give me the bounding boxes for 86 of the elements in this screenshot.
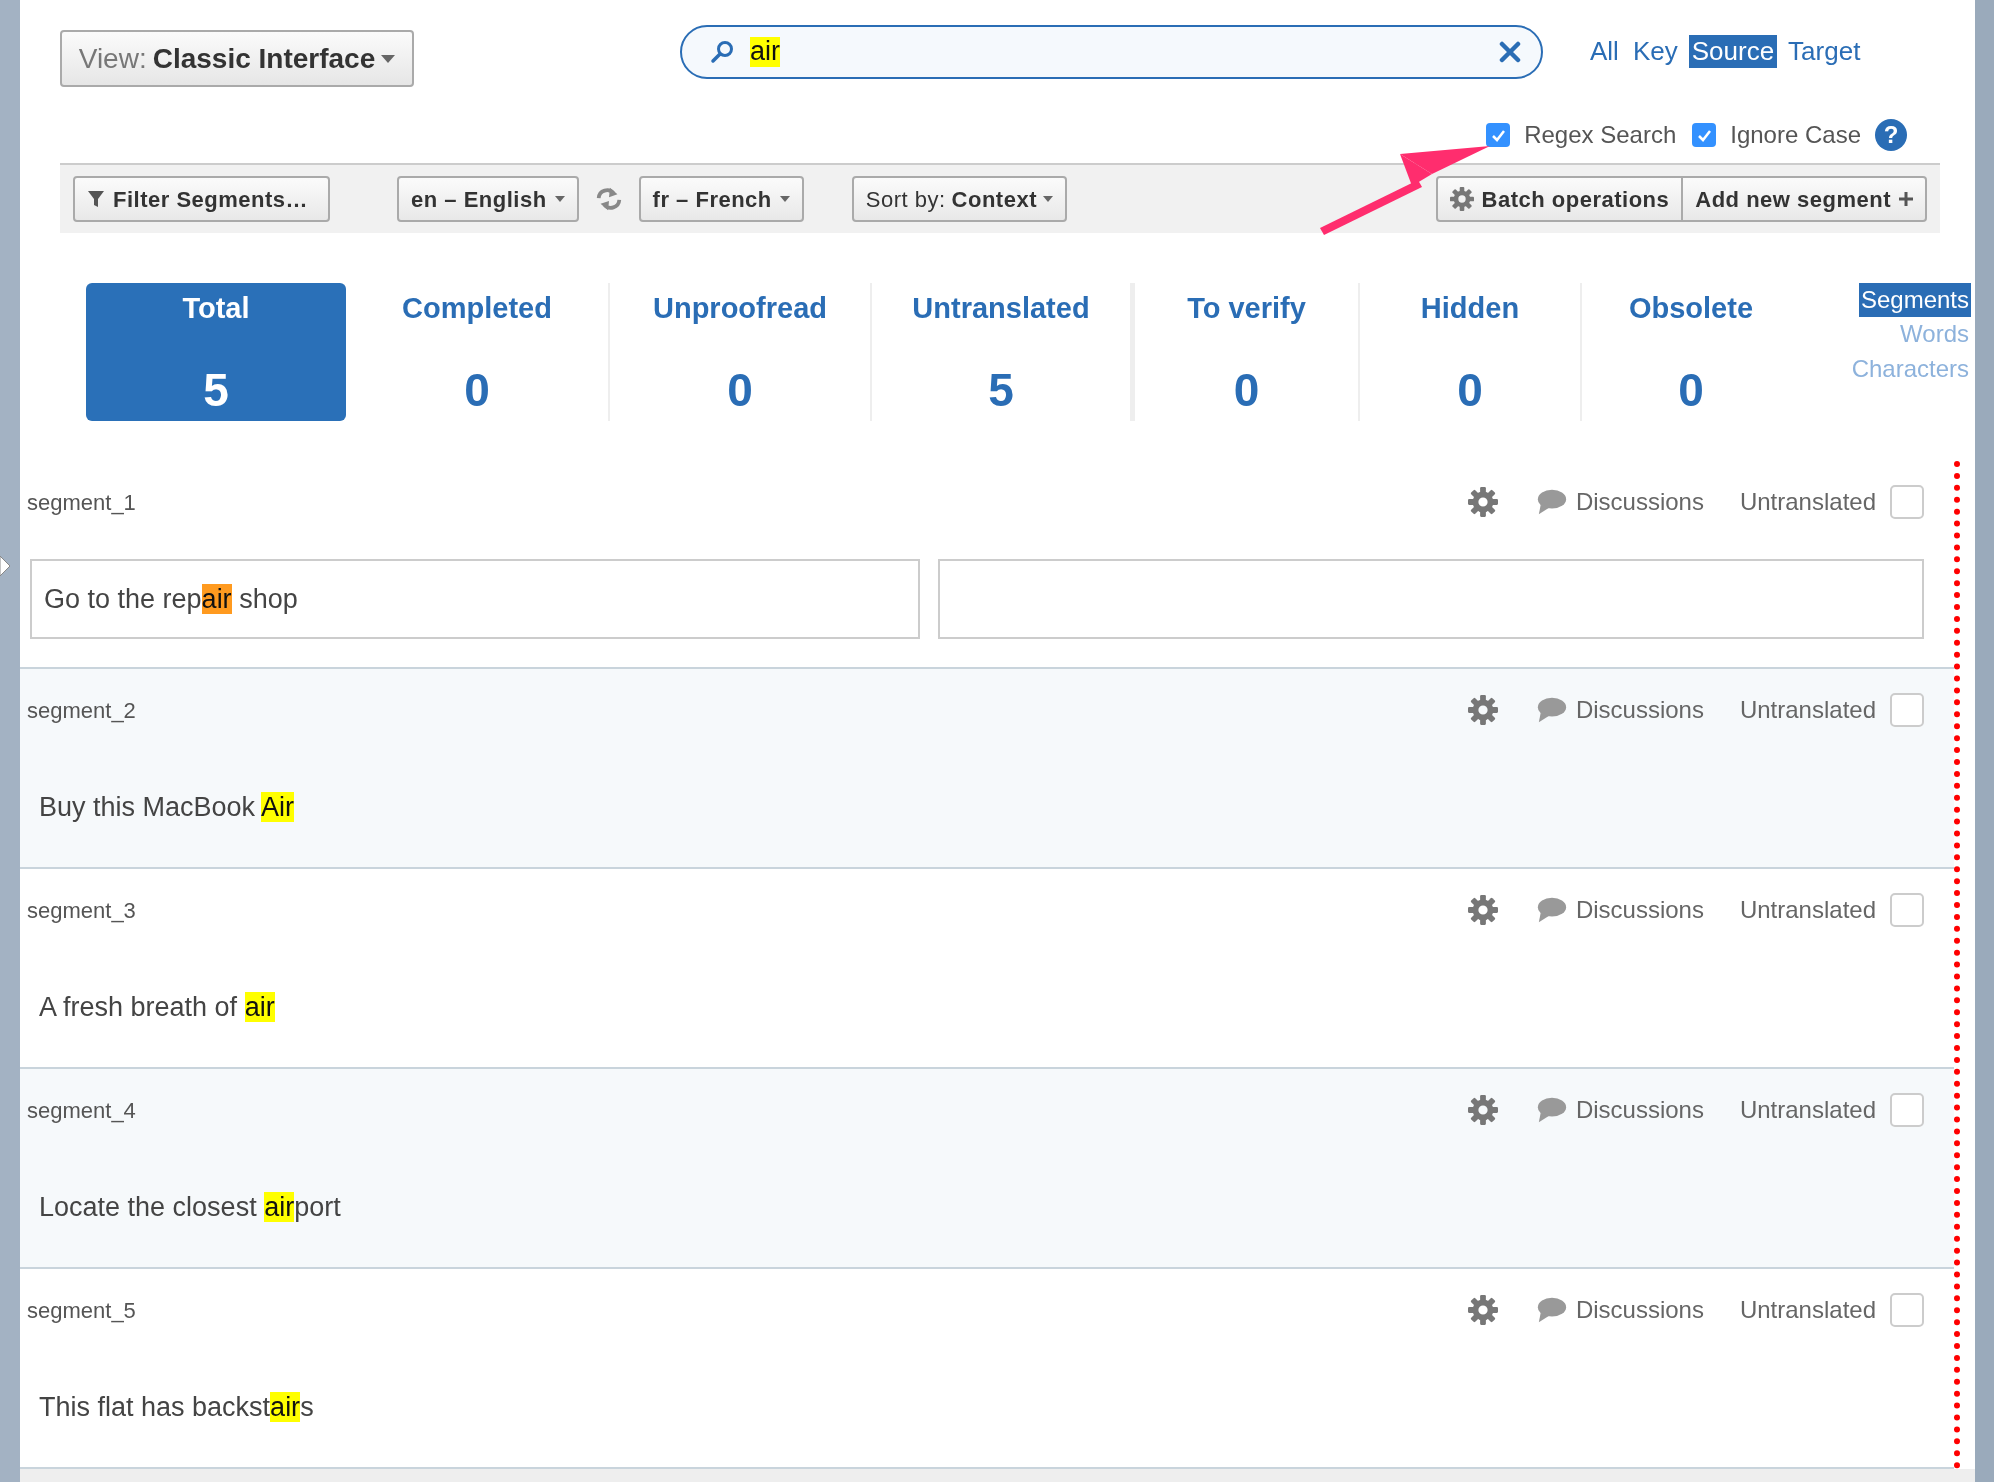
- segment-key: segment_4: [27, 1093, 136, 1127]
- status-label: Untranslated: [1739, 895, 1876, 925]
- unit-toggle[interactable]: Segments: [1858, 283, 1971, 318]
- stat-tile[interactable]: Hidden 0: [1360, 283, 1582, 421]
- caret-icon: [1043, 196, 1053, 202]
- checkbox-label: Regex Search: [1524, 120, 1677, 150]
- add-segment-button[interactable]: Add new segment: [1683, 176, 1927, 222]
- stat-label: Completed: [402, 291, 552, 326]
- panel-handle-icon[interactable]: [0, 556, 10, 576]
- stat-count: 0: [1678, 367, 1704, 413]
- search-query: air: [750, 37, 780, 67]
- gear-icon: [1449, 187, 1474, 211]
- discussions-link[interactable]: Discussions: [1535, 1092, 1704, 1128]
- clear-search-icon[interactable]: [1499, 41, 1521, 63]
- checkbox[interactable]: [1890, 1093, 1924, 1127]
- search-field[interactable]: air: [680, 25, 1543, 79]
- speech-bubble-icon: [1535, 1096, 1568, 1124]
- status-label: Untranslated: [1739, 1095, 1876, 1125]
- stat-count: 0: [1233, 367, 1260, 413]
- speech-bubble-icon: [1535, 1296, 1568, 1324]
- sort-dropdown[interactable]: Sort by: Context: [851, 176, 1067, 222]
- status-label: Untranslated: [1739, 1295, 1876, 1325]
- checkbox-label: Ignore Case: [1730, 120, 1861, 150]
- speech-bubble-icon: [1535, 488, 1568, 516]
- source-text: Locate the closest airport: [38, 1191, 342, 1224]
- source-language-dropdown[interactable]: en – English: [397, 176, 579, 222]
- target-text-field[interactable]: [938, 559, 1924, 639]
- target-language-dropdown[interactable]: fr – French: [638, 176, 804, 222]
- view-dropdown[interactable]: View: Classic Interface: [60, 30, 414, 87]
- stat-label: Obsolete: [1628, 291, 1754, 326]
- plus-icon: [1899, 192, 1913, 206]
- search-icon: [710, 40, 734, 64]
- checkbox[interactable]: [1692, 123, 1717, 147]
- caret-icon: [779, 196, 790, 202]
- stat-tile[interactable]: Obsolete 0: [1582, 283, 1800, 421]
- discussions-link[interactable]: Discussions: [1535, 1292, 1704, 1328]
- gear-icon[interactable]: [1467, 695, 1498, 725]
- status-label: Untranslated: [1739, 695, 1876, 725]
- stat-count: 0: [464, 367, 490, 413]
- status-label: Untranslated: [1739, 487, 1876, 517]
- stat-label: To verify: [1187, 291, 1306, 326]
- stat-count: 0: [727, 367, 753, 413]
- checkbox[interactable]: [1890, 1293, 1924, 1327]
- stat-label: Untranslated: [912, 291, 1090, 326]
- gear-icon[interactable]: [1467, 1095, 1498, 1125]
- stat-label: Hidden: [1420, 291, 1520, 326]
- stat-tile[interactable]: Unproofread 0: [610, 283, 872, 421]
- source-text: This flat has backstairs: [38, 1391, 315, 1424]
- checkbox[interactable]: [1890, 893, 1924, 927]
- source-text: Buy this MacBook Air: [38, 791, 296, 824]
- help-button[interactable]: ?: [1875, 119, 1907, 151]
- checkbox[interactable]: [1890, 693, 1924, 727]
- segment-key: segment_1: [27, 485, 136, 519]
- caret-icon: [381, 54, 396, 63]
- stat-label: Unproofread: [653, 291, 827, 326]
- filter-icon: [87, 189, 105, 209]
- speech-bubble-icon: [1535, 896, 1568, 924]
- checkbox[interactable]: [1486, 123, 1511, 147]
- stat-count: 0: [1457, 367, 1483, 413]
- segment-key: segment_3: [27, 893, 136, 927]
- gear-icon[interactable]: [1467, 895, 1498, 925]
- search-scope-tab[interactable]: All: [1587, 35, 1622, 69]
- search-scope-tab[interactable]: Target: [1785, 35, 1864, 69]
- discussions-link[interactable]: Discussions: [1535, 692, 1704, 728]
- speech-bubble-icon: [1535, 696, 1568, 724]
- stat-tile[interactable]: Total 5: [86, 283, 346, 421]
- search-scope-tab[interactable]: Key: [1629, 35, 1681, 69]
- source-text: A fresh breath of air: [38, 991, 276, 1024]
- discussions-link[interactable]: Discussions: [1535, 892, 1704, 928]
- stat-label: Total: [182, 291, 250, 326]
- stat-tile[interactable]: Untranslated 5: [872, 283, 1135, 421]
- segment-key: segment_2: [27, 693, 136, 727]
- segment-key: segment_5: [27, 1293, 136, 1327]
- source-text-field[interactable]: Go to the repair shop: [30, 559, 920, 639]
- batch-operations-button[interactable]: Batch operations: [1435, 176, 1684, 222]
- checkbox[interactable]: [1890, 485, 1924, 519]
- filter-button[interactable]: Filter Segments…: [73, 176, 330, 222]
- caret-icon: [554, 196, 565, 202]
- stat-count: 5: [988, 367, 1014, 413]
- discussions-link[interactable]: Discussions: [1535, 484, 1704, 520]
- gear-icon[interactable]: [1467, 1295, 1498, 1325]
- gear-icon[interactable]: [1467, 487, 1498, 517]
- search-scope-tab[interactable]: Source: [1688, 35, 1778, 69]
- stat-count: 5: [203, 367, 229, 413]
- stat-tile[interactable]: Completed 0: [346, 283, 610, 421]
- stat-tile[interactable]: To verify 0: [1135, 283, 1360, 421]
